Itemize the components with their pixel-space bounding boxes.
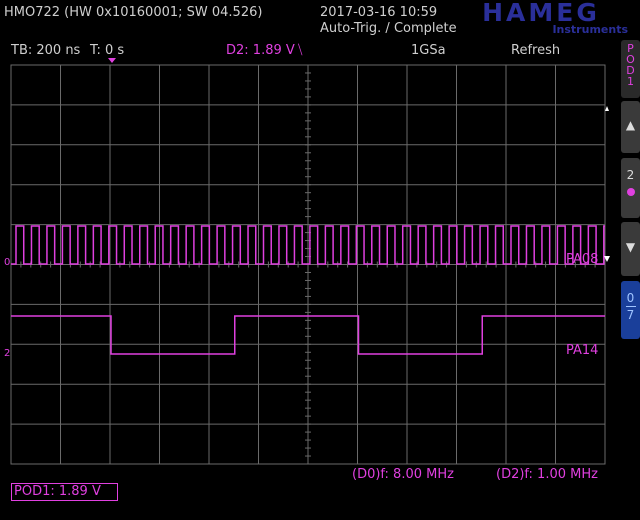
pod-threshold-box[interactable]: POD1: 1.89 V [11,483,118,501]
arrow-up-icon: ▲ [625,118,636,132]
channel-label-pa14[interactable]: PA14 [566,343,598,358]
measurement-d0-frequency[interactable]: (D0)f: 8.00 MHz [352,467,454,482]
waveform-display[interactable] [0,0,640,520]
channel-marker-2: 2 [4,348,11,359]
channel-select-button[interactable]: 2 [621,158,640,218]
channel-color-icon [626,188,635,196]
range-top: 0 [626,291,635,305]
position-up-button[interactable]: ▲ [621,101,640,153]
position-down-button[interactable]: ▼ [621,222,640,276]
measurement-d2-frequency[interactable]: (D2)f: 1.00 MHz [496,467,598,482]
trigger-position-marker[interactable] [108,58,116,63]
channel-range-button[interactable]: 0 7 [621,281,640,339]
pod-menu-label: POD1 [626,42,635,88]
range-bottom: 7 [626,308,635,322]
channel-label-pa08[interactable]: PA08 [566,252,598,267]
channel-marker-0: 0 [4,257,11,268]
arrow-down-icon: ▼ [625,240,636,254]
pod-threshold-label: POD1: 1.89 V [14,484,101,499]
scroll-up-icon[interactable] [605,106,609,111]
pod-menu-button[interactable]: POD1 [621,40,640,98]
range-divider [625,306,636,307]
channel-number: 2 [626,168,635,182]
